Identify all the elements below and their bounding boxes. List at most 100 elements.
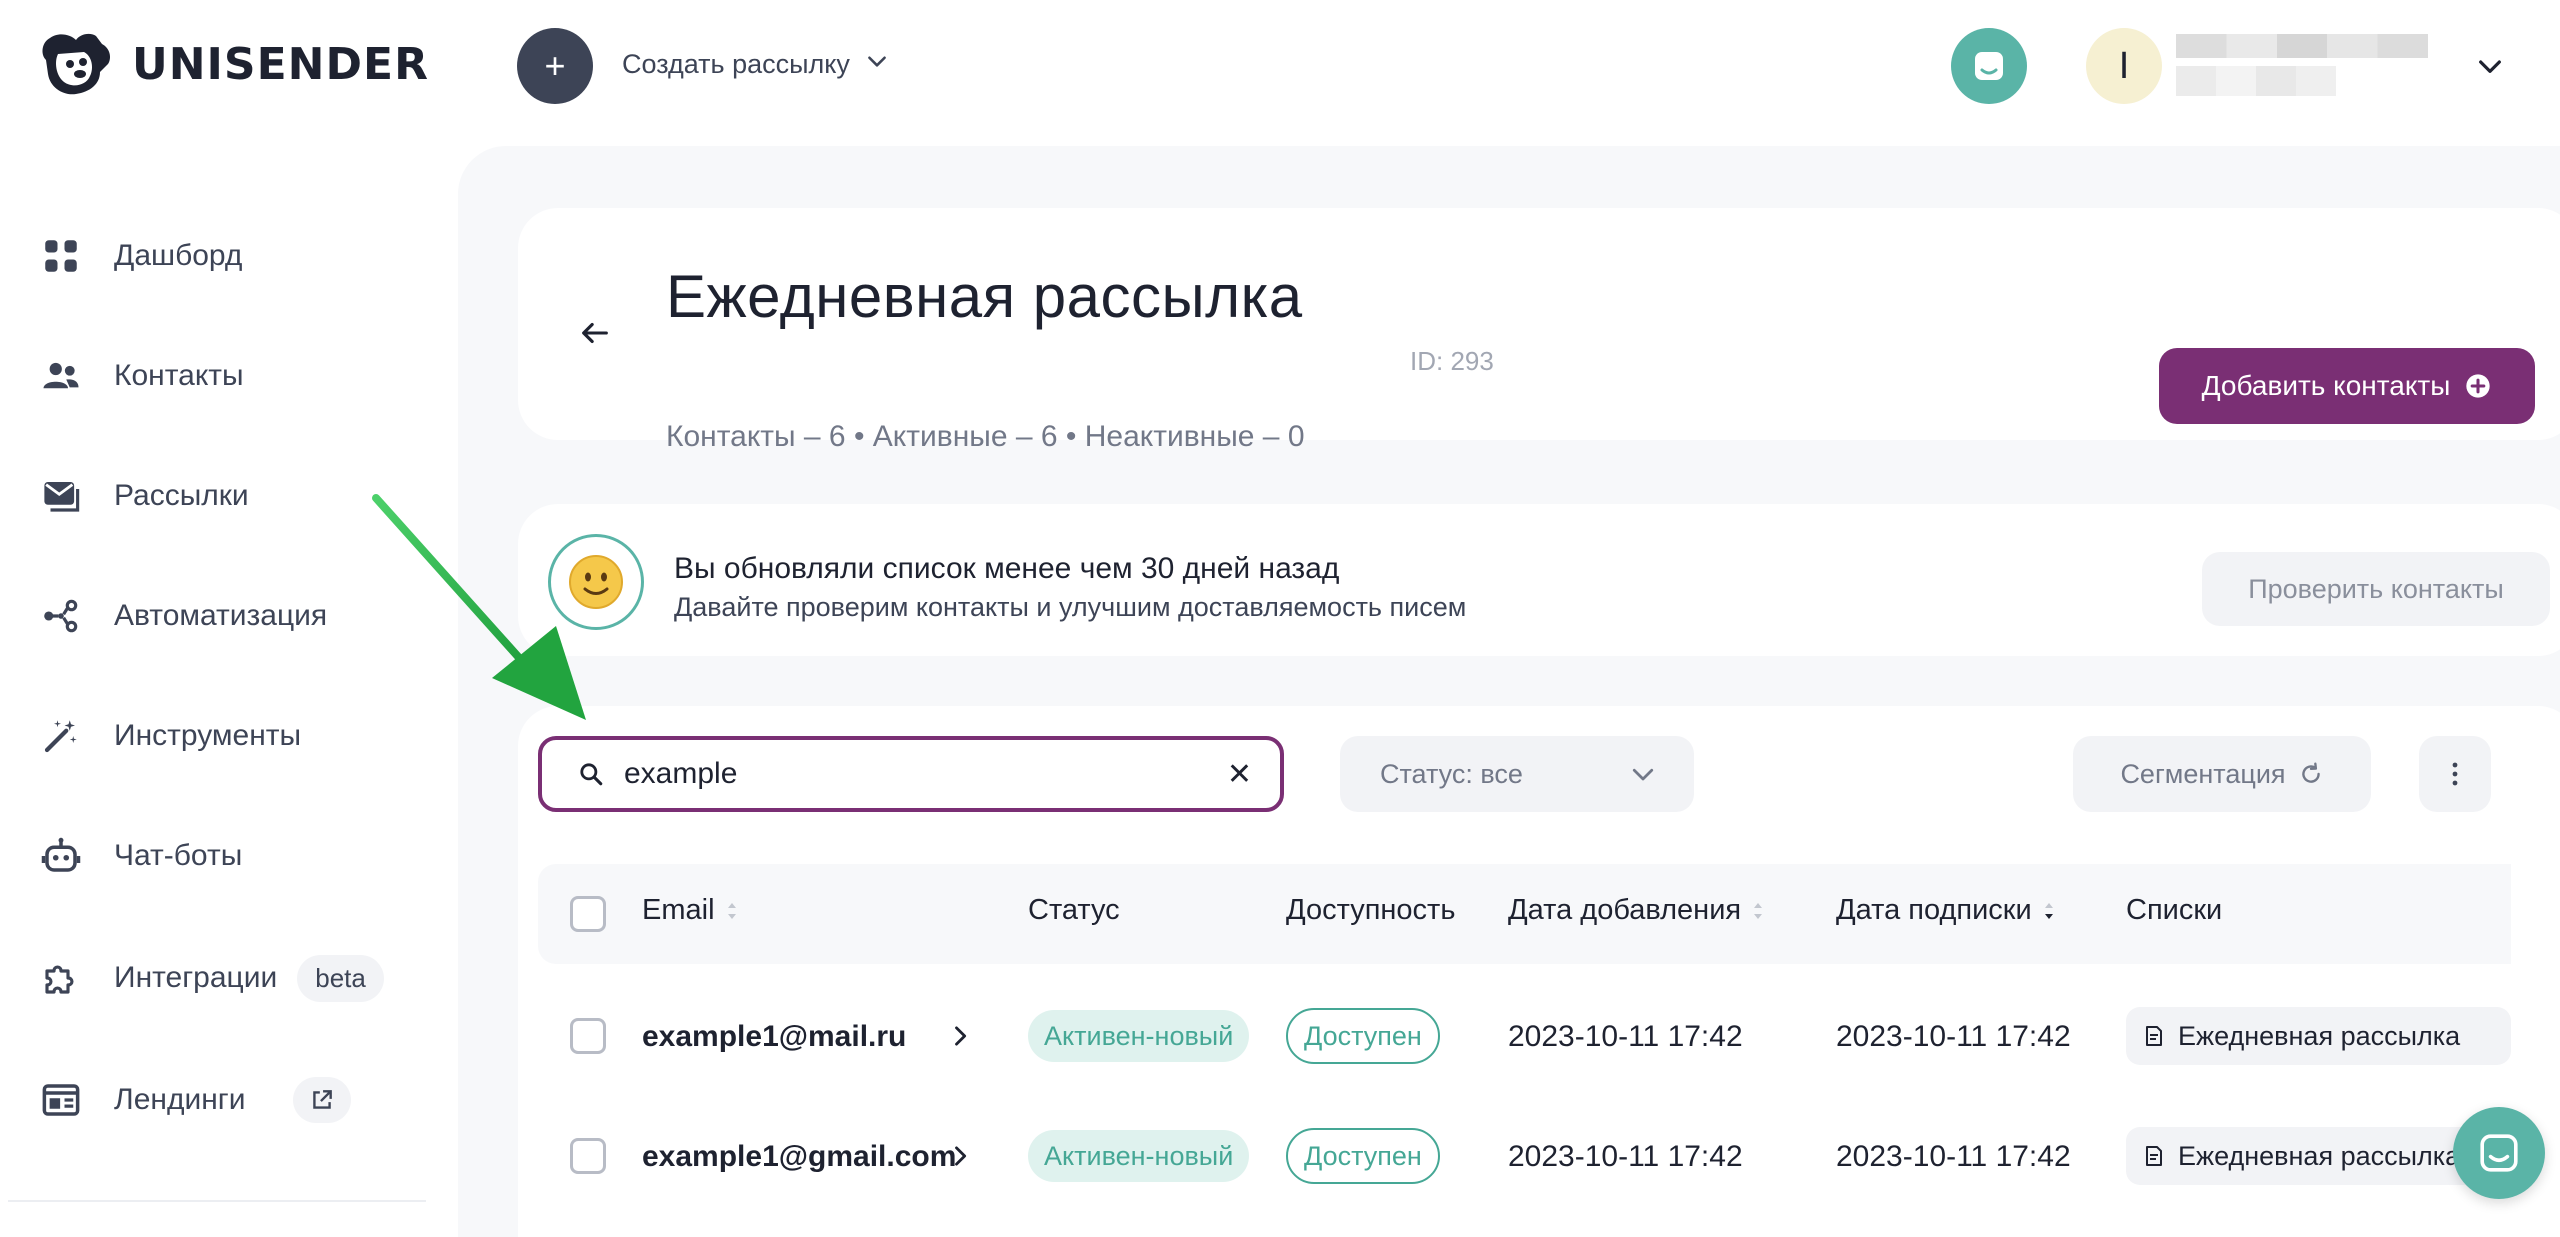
list-id: ID: 293 xyxy=(1410,346,1494,376)
search-icon xyxy=(580,763,603,786)
row-checkbox[interactable] xyxy=(570,1138,606,1174)
search-input[interactable] xyxy=(624,757,1227,791)
column-header-status: Статус xyxy=(1028,894,1120,926)
clear-search-icon[interactable]: ✕ xyxy=(1227,757,1252,792)
sidebar-item-dashboard[interactable]: Дашборд xyxy=(36,226,242,286)
document-icon xyxy=(2146,1146,2162,1166)
table-row[interactable]: example1@gmail.com Активен-новый Доступе… xyxy=(538,1096,2511,1216)
subscription-date: 2023-10-11 17:42 xyxy=(1836,1020,2071,1053)
sidebar-item-label: Лендинги xyxy=(114,1083,246,1116)
status-badge: Активен-новый xyxy=(1028,1010,1250,1062)
external-link-icon[interactable] xyxy=(293,1077,352,1123)
date-added: 2023-10-11 17:42 xyxy=(1508,1020,1743,1053)
chat-icon xyxy=(1975,52,2003,80)
sidebar-item-chatbots[interactable]: Чат-боты xyxy=(36,826,242,886)
plus-icon: + xyxy=(544,45,566,86)
status-filter-select[interactable]: Статус: все xyxy=(1340,736,1694,812)
column-header-date-added[interactable]: Дата добавления xyxy=(1508,894,1765,927)
brand-name: UNISENDER xyxy=(132,38,429,90)
list-stats: Контакты – 6 • Активные – 6 • Неактивные… xyxy=(666,420,1305,453)
table-row[interactable]: example1@mail.ru Активен-новый Доступен … xyxy=(538,976,2511,1096)
segmentation-label: Сегментация xyxy=(2120,758,2286,789)
table-header: Email Статус Доступность Дата добавления… xyxy=(538,864,2511,964)
sidebar-item-label: Контакты xyxy=(114,359,244,392)
create-campaign-label: Создать рассылку xyxy=(622,49,850,79)
sidebar-item-label: Автоматизация xyxy=(114,599,328,632)
add-contacts-button[interactable]: Добавить контакты xyxy=(2159,348,2535,424)
sidebar-item-label: Рассылки xyxy=(114,479,249,512)
user-name-blurred[interactable] xyxy=(2176,34,2428,98)
support-chat-button[interactable] xyxy=(1951,28,2027,104)
user-avatar[interactable]: I xyxy=(2086,28,2162,104)
dog-logo-icon xyxy=(42,33,110,95)
more-options-button[interactable] xyxy=(2419,736,2491,812)
sidebar-item-label: Инструменты xyxy=(114,719,302,752)
search-field[interactable]: ✕ xyxy=(538,736,1284,812)
notice-title: Вы обновляли список менее чем 30 дней на… xyxy=(674,552,1340,585)
create-campaign-button[interactable]: + xyxy=(517,28,593,104)
column-header-subscription-date[interactable]: Дата подписки xyxy=(1836,894,2056,927)
top-bar: UNISENDER + Создать рассылку I xyxy=(0,0,2560,132)
status-badge: Активен-новый xyxy=(1028,1130,1250,1182)
sidebar: Дашборд Контакты Рассылки Автоматизация … xyxy=(0,132,458,1237)
create-campaign-dropdown[interactable]: Создать рассылку xyxy=(622,48,890,81)
contacts-people-icon xyxy=(36,351,86,401)
availability-badge: Доступен xyxy=(1286,1128,1440,1184)
sidebar-item-automation[interactable]: Автоматизация xyxy=(36,586,327,646)
sidebar-item-tools[interactable]: Инструменты xyxy=(36,706,301,766)
sort-icon xyxy=(727,902,736,919)
sort-icon xyxy=(1754,902,1763,919)
row-checkbox[interactable] xyxy=(570,1018,606,1054)
chevron-right-icon[interactable] xyxy=(946,1140,974,1172)
chevron-down-icon xyxy=(864,48,890,81)
contact-email[interactable]: example1@mail.ru xyxy=(642,1020,906,1054)
avatar-initial: I xyxy=(2118,44,2130,87)
availability-badge: Доступен xyxy=(1286,1008,1440,1064)
sidebar-item-contacts[interactable]: Контакты xyxy=(36,346,244,406)
sidebar-item-label: Дашборд xyxy=(114,239,243,272)
date-added: 2023-10-11 17:42 xyxy=(1508,1140,1743,1173)
puzzle-icon xyxy=(36,953,86,1003)
refresh-icon xyxy=(2301,762,2320,783)
back-arrow-icon[interactable] xyxy=(578,316,612,355)
plus-circle-icon xyxy=(2466,374,2491,398)
dashboard-grid-icon xyxy=(36,231,86,281)
document-icon xyxy=(2146,1026,2162,1046)
kebab-menu-icon xyxy=(2452,762,2458,786)
contact-email[interactable]: example1@gmail.com xyxy=(642,1140,956,1174)
sidebar-item-integrations[interactable]: Интеграции beta xyxy=(36,948,384,1008)
list-header-card: Ежедневная рассылка ID: 293 Контакты – 6… xyxy=(518,208,2560,453)
sidebar-item-label: Интеграции xyxy=(114,961,278,994)
chat-icon xyxy=(2480,1134,2518,1172)
column-header-lists: Списки xyxy=(2126,894,2223,926)
update-notice-card: Вы обновляли список менее чем 30 дней на… xyxy=(518,504,2560,656)
column-header-availability: Доступность xyxy=(1286,894,1456,926)
contacts-table-card: ✕ Статус: все Сегментация Email Статус Д… xyxy=(518,706,2560,1237)
chevron-right-icon[interactable] xyxy=(946,1020,974,1052)
mail-icon xyxy=(36,471,86,521)
sidebar-item-campaigns[interactable]: Рассылки xyxy=(36,466,249,526)
automation-nodes-icon xyxy=(36,591,86,641)
sort-desc-icon xyxy=(2044,902,2053,919)
brand-logo[interactable]: UNISENDER xyxy=(36,28,429,100)
beta-badge: beta xyxy=(297,954,384,1002)
chevron-down-icon xyxy=(1632,768,1654,781)
list-chip[interactable]: Ежедневная рассылка xyxy=(2126,1007,2511,1065)
sidebar-divider xyxy=(8,1200,426,1202)
robot-icon xyxy=(36,831,86,881)
status-filter-label: Статус: все xyxy=(1380,758,1523,789)
select-all-checkbox[interactable] xyxy=(570,896,606,932)
sidebar-item-landings[interactable]: Лендинги xyxy=(36,1070,352,1130)
page-title: Ежедневная рассылка xyxy=(666,263,1303,330)
check-contacts-button[interactable]: Проверить контакты xyxy=(2202,552,2550,626)
magic-wand-icon xyxy=(36,711,86,761)
add-contacts-label: Добавить контакты xyxy=(2201,370,2451,401)
floating-chat-button[interactable] xyxy=(2453,1107,2545,1199)
landing-page-icon xyxy=(36,1075,86,1125)
subscription-date: 2023-10-11 17:42 xyxy=(1836,1140,2071,1173)
smiley-icon xyxy=(548,534,644,630)
main-content: Ежедневная рассылка ID: 293 Контакты – 6… xyxy=(458,146,2560,1237)
segmentation-button[interactable]: Сегментация xyxy=(2073,736,2371,812)
column-header-email[interactable]: Email xyxy=(642,894,739,927)
user-menu-chevron-icon[interactable] xyxy=(2474,50,2506,87)
